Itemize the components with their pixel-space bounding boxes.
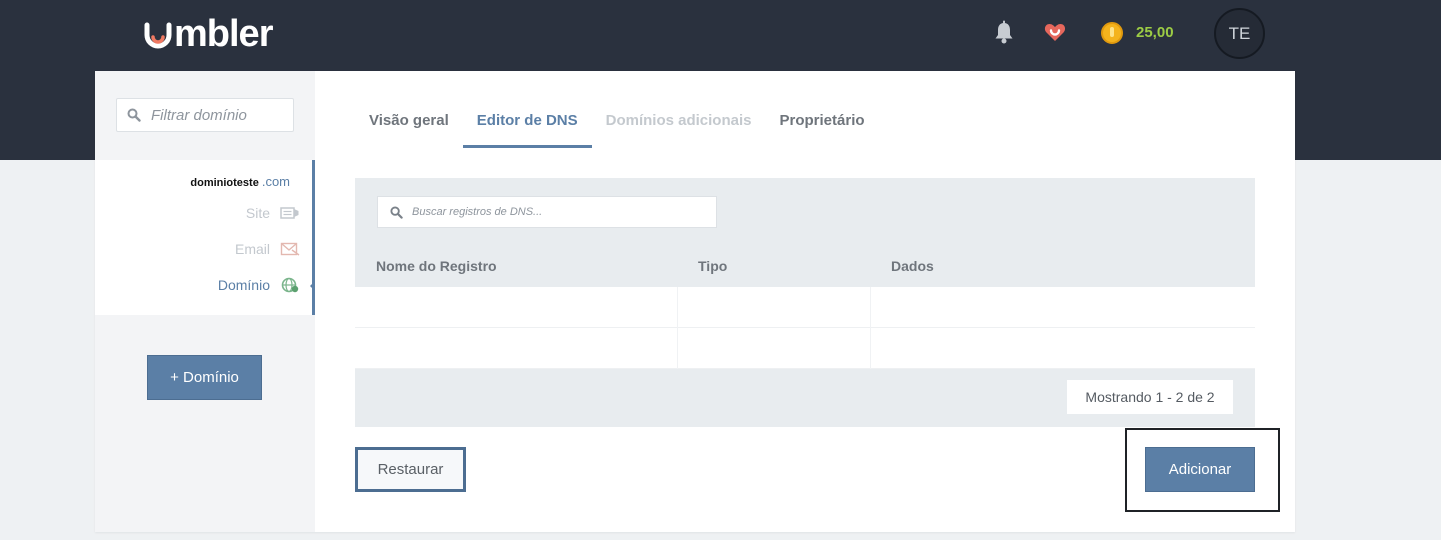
bell-icon[interactable]: [993, 20, 1015, 44]
filter-placeholder: Filtrar domínio: [151, 106, 247, 124]
column-header-name[interactable]: Nome do Registro: [376, 258, 497, 274]
domain-name[interactable]: dominioteste .com: [190, 174, 290, 189]
logo-smile-icon: [143, 19, 173, 49]
domain-panel: dominioteste .com Site Email Domínio: [95, 160, 315, 315]
dns-records-panel: Buscar registros de DNS... Nome do Regis…: [355, 178, 1255, 427]
add-domain-button[interactable]: + Domínio: [147, 355, 262, 400]
active-pointer: [310, 281, 315, 291]
tab-dns-editor[interactable]: Editor de DNS: [462, 101, 592, 148]
credits-balance[interactable]: 25,00: [1136, 24, 1174, 41]
add-record-button[interactable]: Adicionar: [1145, 447, 1255, 492]
search-icon: [390, 205, 403, 219]
sidebar-item-site[interactable]: Site: [246, 203, 300, 223]
search-icon: [127, 108, 141, 122]
globe-icon: [280, 277, 300, 293]
sidebar-item-label: Domínio: [217, 277, 270, 293]
sidebar-item-domain[interactable]: Domínio: [218, 275, 300, 295]
coin-icon: [1101, 22, 1123, 44]
domain-filter-input[interactable]: Filtrar domínio: [116, 98, 294, 132]
table-row[interactable]: [355, 287, 1255, 328]
tab-overview[interactable]: Visão geral: [355, 101, 463, 148]
dns-search-input[interactable]: Buscar registros de DNS...: [377, 196, 717, 228]
sidebar-item-email[interactable]: Email: [235, 239, 300, 259]
main-card: Filtrar domínio dominioteste .com Site E…: [95, 71, 1295, 532]
site-icon: [280, 205, 300, 221]
restore-button[interactable]: Restaurar: [355, 447, 466, 492]
domain-name-label: dominioteste: [190, 177, 259, 189]
sidebar-item-label: Email: [234, 241, 270, 257]
pagination-info: Mostrando 1 - 2 de 2: [1067, 380, 1233, 414]
domain-tld: .com: [261, 174, 290, 189]
email-icon: [280, 241, 300, 257]
table-row[interactable]: [355, 328, 1255, 369]
umbler-logo[interactable]: mbler: [143, 13, 273, 55]
dns-table-body: [355, 287, 1255, 369]
column-header-type[interactable]: Tipo: [698, 258, 727, 274]
sidebar: Filtrar domínio dominioteste .com Site E…: [95, 71, 315, 532]
column-divider: [677, 287, 678, 369]
user-avatar[interactable]: TE: [1214, 8, 1265, 59]
tab-additional-domains: Domínios adicionais: [605, 112, 752, 129]
column-divider: [870, 287, 871, 369]
tab-owner[interactable]: Proprietário: [766, 101, 879, 148]
tab-bar: Visão geral Editor de DNS Domínios adici…: [355, 101, 879, 148]
heart-icon[interactable]: [1043, 20, 1067, 44]
dns-search-placeholder: Buscar registros de DNS...: [412, 206, 543, 218]
sidebar-item-label: Site: [245, 205, 270, 221]
logo-text: mbler: [174, 13, 273, 55]
column-header-data[interactable]: Dados: [891, 258, 934, 274]
